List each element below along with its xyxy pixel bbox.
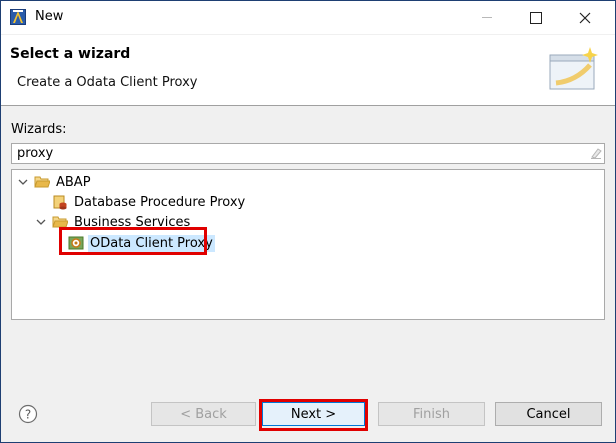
help-icon[interactable]: ? xyxy=(18,404,38,424)
next-button-highlight xyxy=(259,399,368,431)
folder-open-icon xyxy=(34,176,50,188)
clear-filter-icon[interactable] xyxy=(589,146,603,160)
cancel-button[interactable]: Cancel xyxy=(495,402,602,426)
window-title: New xyxy=(35,9,64,24)
svg-text:?: ? xyxy=(25,408,31,422)
tree-node-label: Database Procedure Proxy xyxy=(74,194,246,210)
header-title: Select a wizard xyxy=(10,46,131,62)
odata-client-proxy-highlight xyxy=(59,227,207,255)
tree-node-label: ABAP xyxy=(56,174,91,190)
close-icon[interactable] xyxy=(562,1,608,34)
database-procedure-proxy-icon xyxy=(53,195,67,210)
tree-node-abap[interactable]: ABAP xyxy=(16,172,93,192)
finish-button[interactable]: Finish xyxy=(378,402,485,426)
new-wizard-dialog: New Select a wizard Create a Odata Clien… xyxy=(0,0,616,443)
tree-node-database-procedure-proxy[interactable]: Database Procedure Proxy xyxy=(52,192,247,212)
chevron-down-icon[interactable] xyxy=(18,177,28,187)
wizards-label: Wizards: xyxy=(11,122,67,137)
back-button[interactable]: < Back xyxy=(151,402,256,426)
wizard-filter-input[interactable] xyxy=(11,143,605,164)
header-description: Create a Odata Client Proxy xyxy=(17,75,198,90)
wizard-banner-icon xyxy=(549,47,598,90)
minimize-icon[interactable] xyxy=(464,1,510,34)
eclipse-app-icon xyxy=(10,9,26,25)
wizard-header: Select a wizard Create a Odata Client Pr… xyxy=(1,35,615,106)
chevron-down-icon[interactable] xyxy=(36,217,46,227)
title-bar: New xyxy=(1,1,615,34)
maximize-icon[interactable] xyxy=(513,1,559,34)
